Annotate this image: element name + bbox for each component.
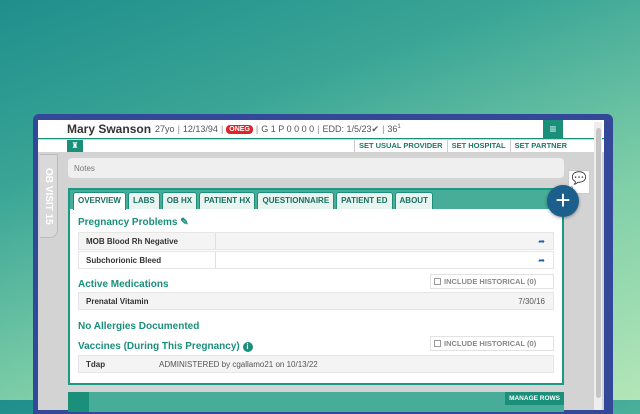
- set-hospital-button[interactable]: SET HOSPITAL: [446, 140, 510, 152]
- problem-row[interactable]: Subchorionic Bleed ➦: [78, 251, 554, 269]
- include-historical-meds-checkbox[interactable]: INCLUDE HISTORICAL (0): [430, 274, 554, 289]
- pregnancy-problems-heading: Pregnancy Problems ✎: [78, 217, 189, 228]
- gestational-age: 361: [387, 124, 401, 134]
- tab-patient-ed[interactable]: PATIENT ED: [336, 192, 393, 209]
- patient-dob: 12/13/94: [182, 124, 218, 134]
- gravida-para: G 1 P 0 0 0 0: [261, 124, 315, 134]
- patient-name: Mary Swanson: [67, 122, 152, 136]
- app-window: Mary Swanson 27yo | 12/13/94 | ONEG | G 1 P…: [38, 120, 604, 412]
- tab-bar: OVERVIEW LABS OB HX PATIENT HX QUESTIONN…: [70, 190, 562, 210]
- medication-row[interactable]: Prenatal Vitamin 7/30/16: [78, 292, 554, 310]
- pencil-icon[interactable]: ✎: [180, 217, 188, 228]
- info-icon[interactable]: i: [242, 342, 253, 352]
- edd: EDD: 1/5/23✔: [322, 123, 380, 134]
- share-arrow-icon[interactable]: ➦: [538, 256, 545, 265]
- share-arrow-icon[interactable]: ➦: [538, 237, 545, 246]
- vaccines-heading: Vaccines (During This Pregnancy) i: [78, 341, 253, 352]
- add-button[interactable]: +: [547, 185, 579, 217]
- include-historical-vaccines-checkbox[interactable]: INCLUDE HISTORICAL (0): [430, 336, 554, 351]
- patient-age: 27yo: [155, 124, 175, 134]
- vaccine-row[interactable]: Tdap ADMINISTERED by cgallamo21 on 10/13/…: [78, 355, 554, 373]
- tab-questionnaire[interactable]: QUESTIONNAIRE: [257, 192, 335, 209]
- tab-panel: OVERVIEW LABS OB HX PATIENT HX QUESTIONN…: [68, 188, 564, 385]
- active-medications-heading: Active Medications: [78, 279, 169, 290]
- set-partner-button[interactable]: SET PARTNER: [509, 140, 571, 152]
- tab-labs[interactable]: LABS: [127, 192, 160, 209]
- allergies-heading: No Allergies Documented: [78, 321, 200, 332]
- problem-row[interactable]: MOB Blood Rh Negative ➦: [78, 232, 554, 250]
- tab-patient-hx[interactable]: PATIENT HX: [199, 192, 256, 209]
- ob-visit-tab[interactable]: OB VISIT 15: [40, 154, 58, 238]
- blood-type-badge: ONEG: [226, 124, 253, 134]
- menu-icon[interactable]: ≡: [543, 120, 563, 139]
- flowsheet-bar: MANAGE ROWS: [68, 392, 564, 412]
- birthday-cake-icon[interactable]: ♜: [67, 140, 83, 152]
- manage-rows-button[interactable]: MANAGE ROWS: [505, 392, 564, 405]
- tab-overview[interactable]: OVERVIEW: [73, 192, 126, 210]
- tab-about[interactable]: ABOUT: [394, 192, 433, 209]
- tab-ob-hx[interactable]: OB HX: [161, 192, 198, 209]
- scrollbar[interactable]: [594, 122, 602, 410]
- notes-input[interactable]: Notes: [68, 158, 564, 178]
- patient-header: Mary Swanson 27yo | 12/13/94 | ONEG | G 1 P…: [38, 120, 604, 139]
- subbar: SET USUAL PROVIDER SET HOSPITAL SET PART…: [38, 140, 604, 152]
- set-usual-provider-button[interactable]: SET USUAL PROVIDER: [353, 140, 447, 152]
